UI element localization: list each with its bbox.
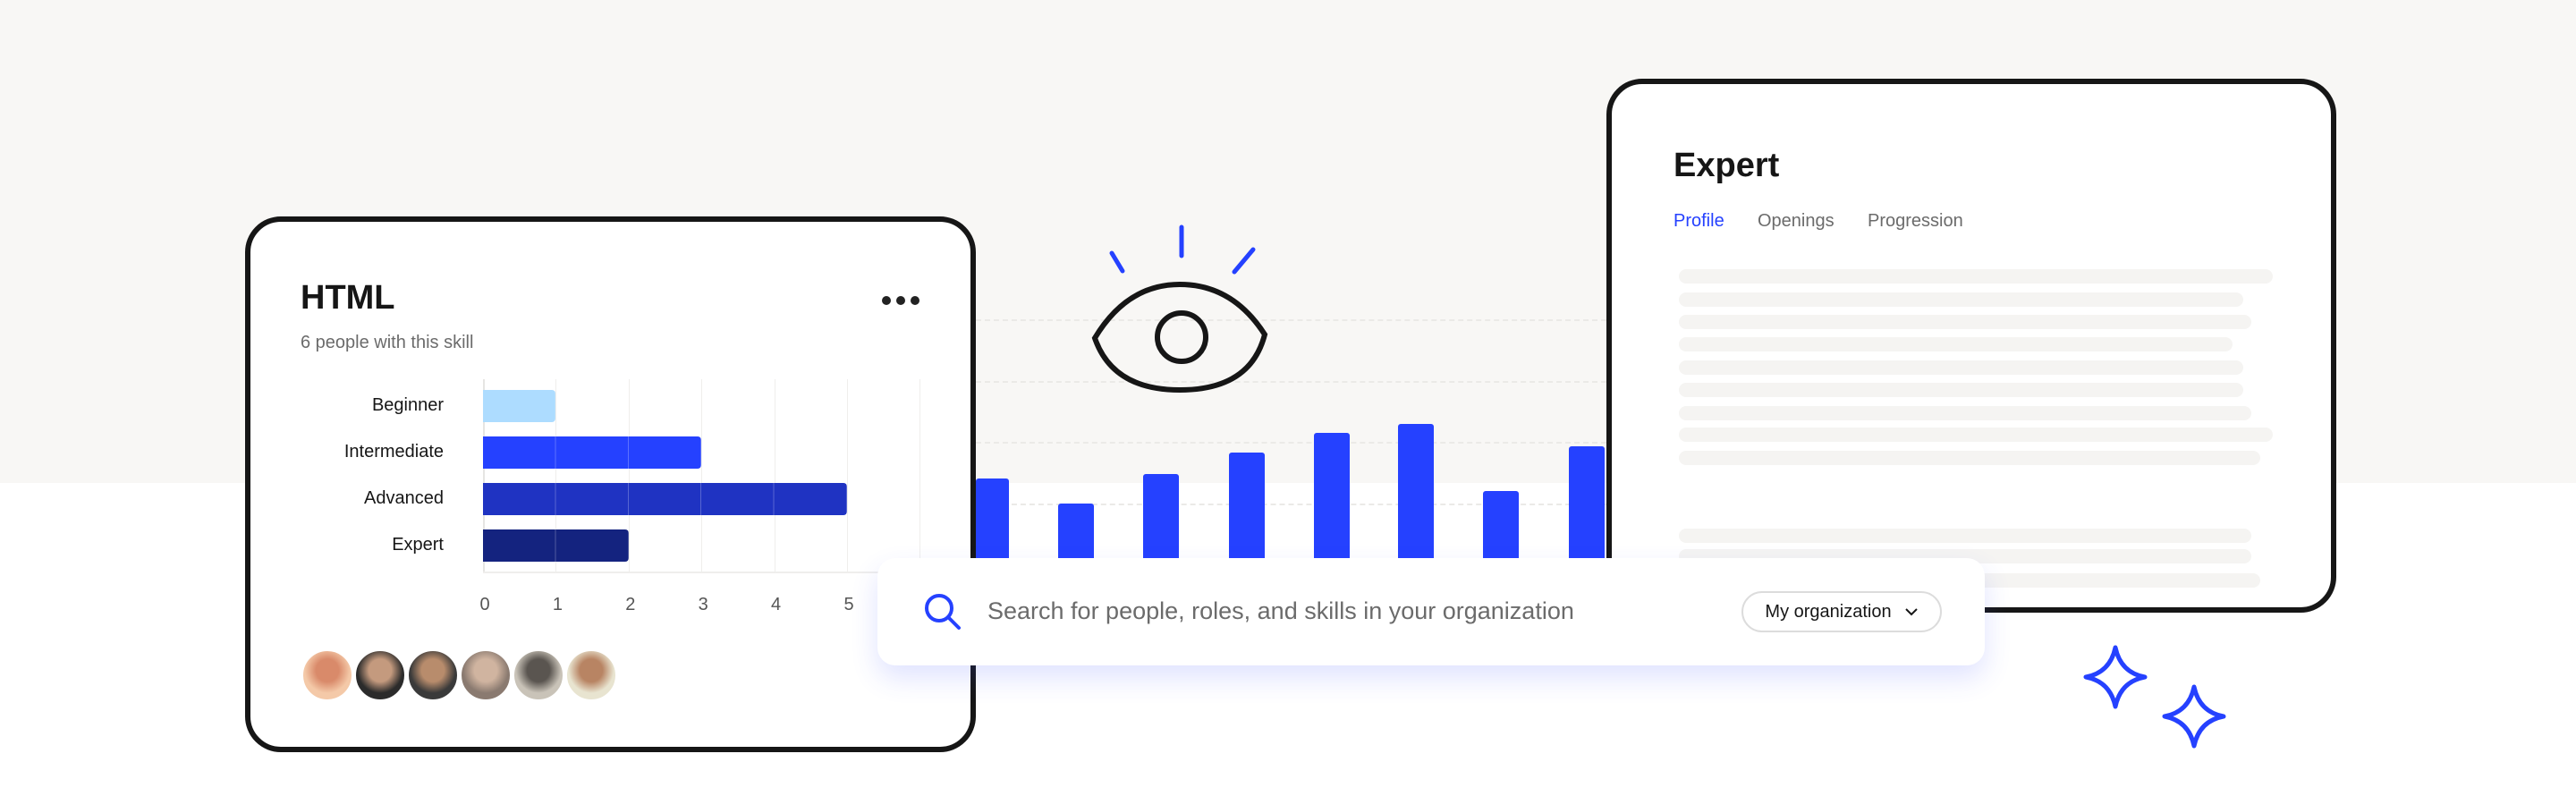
scope-label: My organization [1765, 601, 1892, 622]
skeleton-line [1679, 383, 2243, 397]
x-tick-label: 0 [479, 595, 490, 614]
avatar[interactable] [354, 649, 406, 701]
avatar[interactable] [513, 649, 564, 701]
search-icon [925, 594, 961, 630]
chevron-down-icon [1904, 608, 1918, 616]
skeleton-line [1679, 428, 2273, 442]
skeleton-line [1679, 529, 2251, 543]
skeleton-line [1679, 292, 2243, 307]
avatar[interactable] [565, 649, 617, 701]
chart-gridline [628, 379, 630, 572]
skill-card: HTML 6 people with this skill Beginner In… [245, 216, 976, 752]
tab-profile[interactable]: Profile [1674, 211, 1724, 232]
skeleton-line [1679, 406, 2251, 420]
tab-progression[interactable]: Progression [1868, 211, 1963, 232]
x-tick-label: 3 [698, 595, 708, 614]
avatar[interactable] [301, 649, 353, 701]
role-card: Expert Profile Openings Progression [1606, 79, 2336, 613]
skeleton-line [1679, 360, 2243, 375]
eye-icon [1091, 281, 1268, 394]
skill-subtitle: 6 people with this skill [301, 333, 474, 352]
y-axis-label: Advanced [364, 488, 444, 508]
y-axis-label: Expert [392, 535, 444, 555]
search-bar[interactable]: Search for people, roles, and skills in … [877, 558, 1985, 665]
role-title: Expert [1674, 147, 1780, 184]
eye-rays-icon [1109, 224, 1256, 275]
avatar[interactable] [460, 649, 512, 701]
bar-intermediate[interactable] [483, 436, 702, 469]
chart-gridline [701, 379, 703, 572]
skeleton-line [1679, 337, 2233, 351]
search-input[interactable]: Search for people, roles, and skills in … [987, 597, 1574, 625]
avatar[interactable] [407, 649, 459, 701]
tab-openings[interactable]: Openings [1758, 211, 1835, 232]
x-tick-label: 4 [771, 595, 782, 614]
x-tick-label: 2 [625, 595, 636, 614]
chart-gridline [919, 379, 921, 572]
x-tick-label: 5 [843, 595, 854, 614]
chart-gridline [847, 379, 848, 572]
y-axis-label: Beginner [371, 395, 444, 415]
skill-title: HTML [301, 279, 395, 317]
bar-expert[interactable] [483, 529, 629, 562]
more-horizontal-icon[interactable] [882, 296, 919, 305]
bar-advanced[interactable] [483, 483, 847, 515]
x-tick-label: 1 [552, 595, 563, 614]
organization-scope-dropdown[interactable]: My organization [1741, 591, 1942, 632]
skeleton-line [1679, 451, 2260, 465]
skeleton-line [1679, 315, 2251, 329]
bar-beginner[interactable] [483, 390, 556, 422]
y-axis-label: Intermediate [343, 442, 444, 462]
sparkle-icon [2083, 645, 2226, 749]
skeleton-line [1679, 269, 2273, 284]
